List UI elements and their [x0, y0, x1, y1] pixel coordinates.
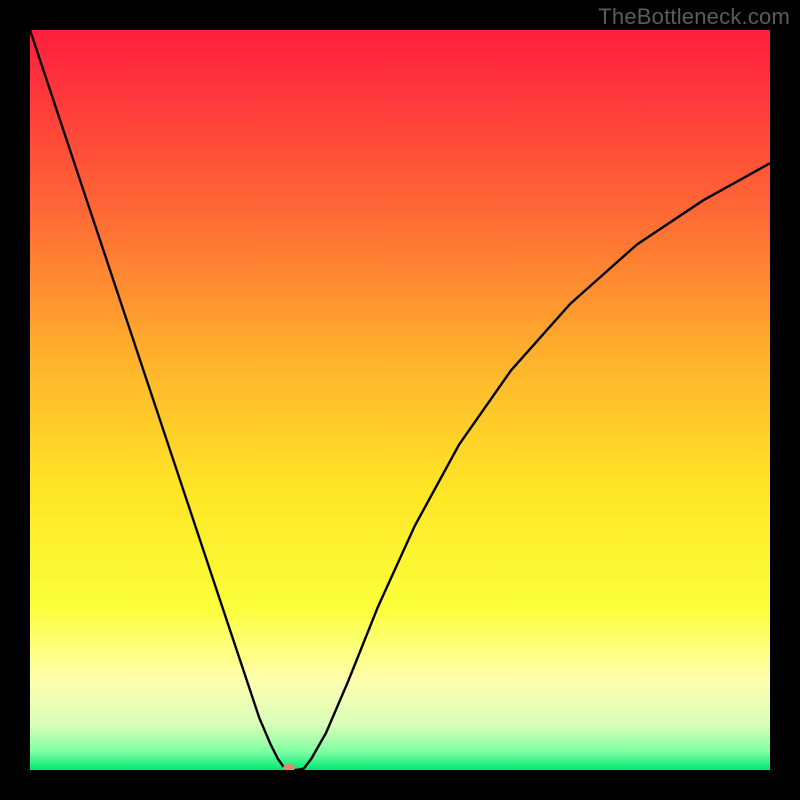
chart-svg	[30, 30, 770, 770]
plot-area	[30, 30, 770, 770]
chart-background	[30, 30, 770, 770]
chart-frame: TheBottleneck.com	[0, 0, 800, 800]
watermark-text: TheBottleneck.com	[598, 4, 790, 30]
